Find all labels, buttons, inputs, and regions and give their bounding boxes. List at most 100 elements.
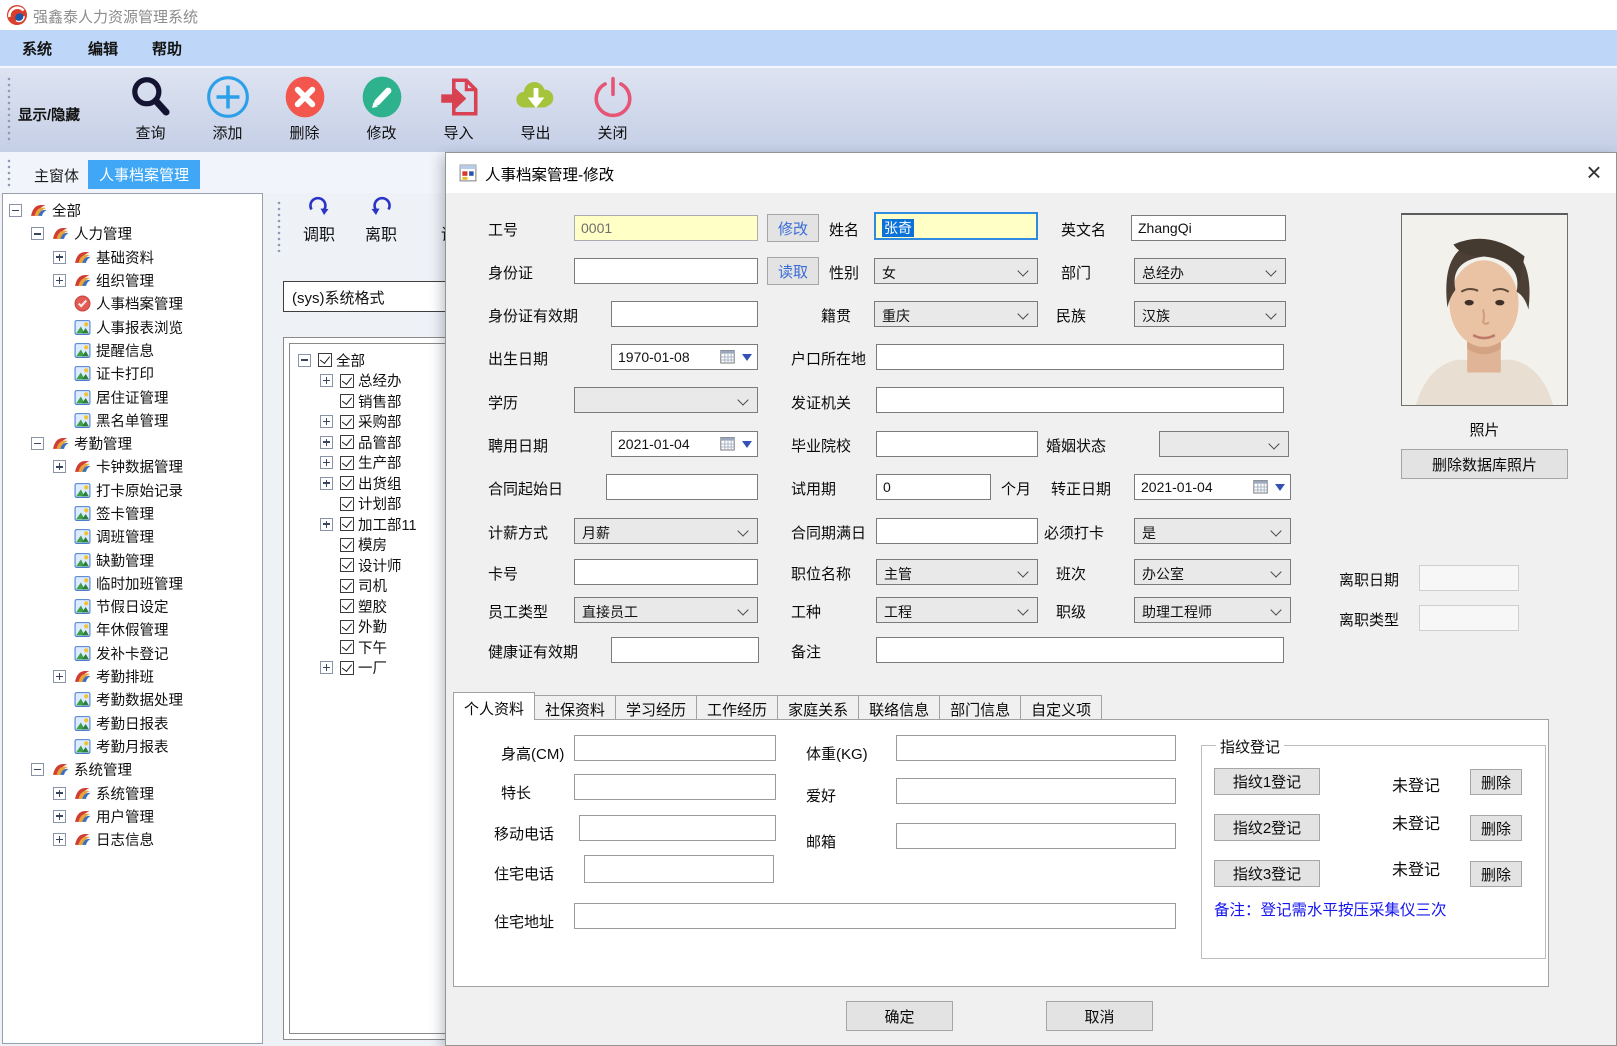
- nav-tree-item[interactable]: 考勤日报表: [3, 712, 262, 735]
- dept-checkbox-checked[interactable]: [318, 353, 332, 367]
- id-valid-input[interactable]: [611, 301, 758, 327]
- expand-plus-icon[interactable]: [320, 374, 333, 387]
- card-no-input[interactable]: [574, 559, 758, 585]
- read-button[interactable]: 读取: [767, 257, 819, 285]
- toolbar-button-delete[interactable]: 删除: [266, 72, 343, 143]
- marital-select[interactable]: [1159, 431, 1289, 457]
- nav-tree-item[interactable]: 黑名单管理: [3, 409, 262, 432]
- nav-tree-item[interactable]: 年休假管理: [3, 618, 262, 641]
- dept-checkbox-checked[interactable]: [340, 661, 354, 675]
- collapse-minus-icon[interactable]: [31, 437, 44, 450]
- expand-plus-icon[interactable]: [53, 670, 66, 683]
- detail-tab-2[interactable]: 社保资料: [534, 695, 616, 720]
- dept-checkbox-checked[interactable]: [340, 620, 354, 634]
- contract-end-input[interactable]: [876, 518, 1038, 544]
- expand-plus-icon[interactable]: [320, 477, 333, 490]
- expand-plus-icon[interactable]: [320, 456, 333, 469]
- must-punch-select[interactable]: 是: [1134, 518, 1291, 544]
- emp-no-input[interactable]: 0001: [574, 215, 758, 241]
- dept-checkbox-checked[interactable]: [340, 394, 354, 408]
- nav-tree-item[interactable]: 节假日设定: [3, 595, 262, 618]
- education-select[interactable]: [574, 387, 758, 413]
- emp-type-select[interactable]: 直接员工: [574, 597, 758, 623]
- shift-select[interactable]: 办公室: [1134, 559, 1291, 585]
- contract-start-input[interactable]: [606, 474, 758, 500]
- expand-plus-icon[interactable]: [53, 787, 66, 800]
- en-name-input[interactable]: ZhangQi: [1131, 215, 1286, 241]
- nav-tree-item[interactable]: 签卡管理: [3, 502, 262, 525]
- ethnic-select[interactable]: 汉族: [1134, 301, 1286, 327]
- nav-tree-item[interactable]: 考勤排班: [3, 665, 262, 688]
- dept-checkbox-checked[interactable]: [340, 640, 354, 654]
- hobby-input[interactable]: [896, 778, 1176, 804]
- dept-toolbar-button-1[interactable]: 调职: [290, 196, 348, 256]
- nav-tree-item[interactable]: 系统管理: [3, 758, 262, 781]
- dept-checkbox-checked[interactable]: [340, 517, 354, 531]
- nav-tree-item[interactable]: 组织管理: [3, 269, 262, 292]
- weight-input[interactable]: [896, 735, 1176, 761]
- nav-tree-item[interactable]: 用户管理: [3, 805, 262, 828]
- expand-plus-icon[interactable]: [53, 251, 66, 264]
- toolbar-button-import[interactable]: 导入: [420, 72, 497, 143]
- nav-tree-item[interactable]: 居住证管理: [3, 385, 262, 408]
- mdi-tab-main-window[interactable]: 主窗体: [26, 162, 87, 189]
- dept-checkbox-checked[interactable]: [340, 476, 354, 490]
- show-hide-button[interactable]: 显示/隐藏: [18, 104, 80, 125]
- health-cert-input[interactable]: [611, 637, 759, 663]
- mdi-tab-personnel-files[interactable]: 人事档案管理: [88, 160, 200, 189]
- dept-checkbox-checked[interactable]: [340, 579, 354, 593]
- detail-tab-1[interactable]: 个人资料: [453, 692, 535, 720]
- detail-tab-5[interactable]: 家庭关系: [777, 695, 859, 720]
- issuer-input[interactable]: [876, 387, 1284, 413]
- modify-button[interactable]: 修改: [767, 214, 819, 242]
- toolbar-button-export[interactable]: 导出: [497, 72, 574, 143]
- nav-tree-item[interactable]: 打卡原始记录: [3, 479, 262, 502]
- menu-system[interactable]: 系统: [22, 38, 52, 59]
- toolbar-button-power[interactable]: 关闭: [574, 72, 651, 143]
- expand-plus-icon[interactable]: [53, 810, 66, 823]
- tabstrip-grip[interactable]: [7, 158, 11, 188]
- dept-select[interactable]: 总经办: [1134, 258, 1286, 284]
- expand-plus-icon[interactable]: [53, 460, 66, 473]
- job-type-select[interactable]: 工程: [876, 597, 1038, 623]
- cancel-button[interactable]: 取消: [1046, 1001, 1153, 1031]
- ok-button[interactable]: 确定: [846, 1001, 953, 1031]
- salary-method-select[interactable]: 月薪: [574, 518, 758, 544]
- collapse-minus-icon[interactable]: [9, 204, 22, 217]
- fingerprint-2-delete-button[interactable]: 删除: [1470, 815, 1522, 841]
- detail-tab-4[interactable]: 工作经历: [696, 695, 778, 720]
- dept-checkbox-checked[interactable]: [340, 415, 354, 429]
- delete-photo-button[interactable]: 删除数据库照片: [1401, 449, 1568, 479]
- toolbar-button-search[interactable]: 查询: [112, 72, 189, 143]
- nav-tree-item[interactable]: 全部: [3, 199, 262, 222]
- dept-checkbox-checked[interactable]: [340, 558, 354, 572]
- dept-checkbox-checked[interactable]: [340, 497, 354, 511]
- detail-tab-6[interactable]: 联络信息: [858, 695, 940, 720]
- nav-tree-item[interactable]: 人事档案管理: [3, 292, 262, 315]
- dept-toolbar-grip[interactable]: [277, 200, 281, 252]
- hire-date-picker[interactable]: 2021-01-04: [611, 431, 758, 457]
- dept-checkbox-checked[interactable]: [340, 435, 354, 449]
- nav-tree-item[interactable]: 基础资料: [3, 246, 262, 269]
- native-select[interactable]: 重庆: [874, 301, 1038, 327]
- regular-date-picker[interactable]: 2021-01-04: [1134, 474, 1291, 500]
- birth-date-picker[interactable]: 1970-01-08: [611, 344, 758, 370]
- nav-tree-item[interactable]: 考勤管理: [3, 432, 262, 455]
- dept-checkbox-checked[interactable]: [340, 599, 354, 613]
- nav-tree-item[interactable]: 日志信息: [3, 828, 262, 851]
- expand-plus-icon[interactable]: [320, 518, 333, 531]
- collapse-minus-icon[interactable]: [298, 354, 311, 367]
- close-icon[interactable]: ×: [1576, 155, 1612, 189]
- toolbar-button-add[interactable]: 添加: [189, 72, 266, 143]
- fingerprint-1-register-button[interactable]: 指纹1登记: [1214, 768, 1320, 795]
- mobile-input[interactable]: [579, 815, 776, 841]
- nav-tree-item[interactable]: 临时加班管理: [3, 572, 262, 595]
- nav-tree-item[interactable]: 人力管理: [3, 222, 262, 245]
- detail-tab-7[interactable]: 部门信息: [939, 695, 1021, 720]
- remark-input[interactable]: [876, 637, 1284, 663]
- toolbar-button-edit[interactable]: 修改: [343, 72, 420, 143]
- household-input[interactable]: [876, 344, 1284, 370]
- dept-checkbox-checked[interactable]: [340, 374, 354, 388]
- specialty-input[interactable]: [574, 774, 776, 800]
- height-input[interactable]: [574, 735, 776, 761]
